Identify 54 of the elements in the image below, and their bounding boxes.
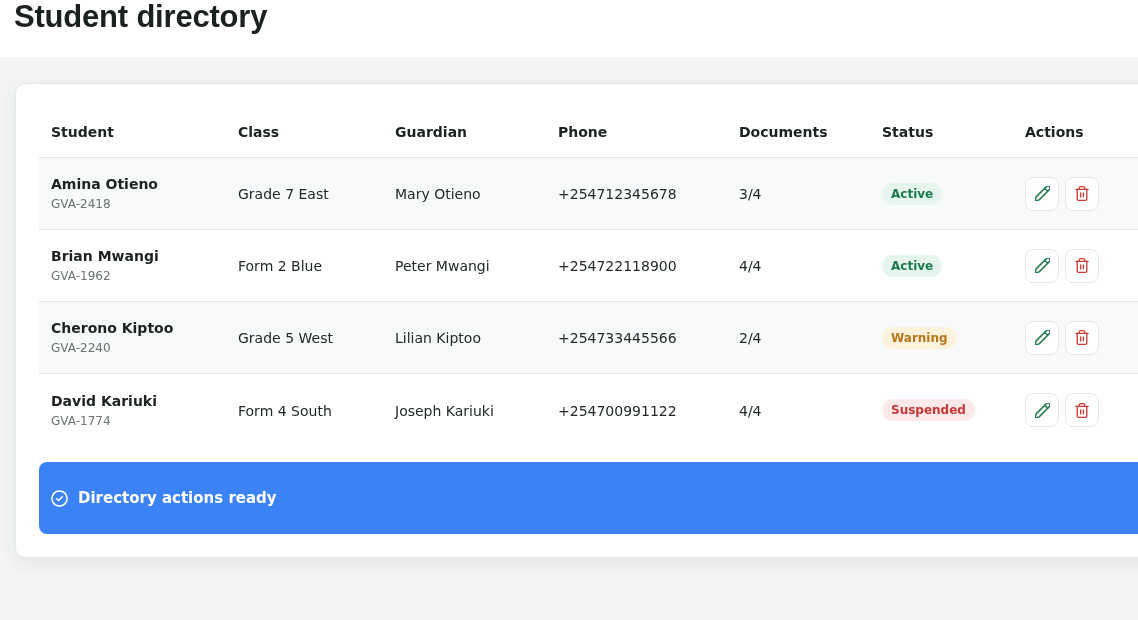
delete-button[interactable] <box>1065 248 1099 283</box>
student-id: GVA-1774 <box>51 413 111 428</box>
delete-button[interactable] <box>1065 393 1099 427</box>
student-id: GVA-1962 <box>51 269 111 283</box>
document-count: 2/4 <box>739 330 762 346</box>
guardian-name: Joseph Kariuki <box>395 402 494 419</box>
column-header: Status <box>882 123 934 140</box>
guardian-name: Peter Mwangi <box>395 258 490 274</box>
column-header: Student <box>51 123 114 140</box>
phone-number: +254733445566 <box>558 330 677 346</box>
page-title: Student directory <box>14 0 268 34</box>
phone-number: +254712345678 <box>558 186 677 202</box>
student-name: David Kariuki <box>51 392 157 409</box>
trash-icon <box>1075 186 1089 201</box>
edit-button[interactable] <box>1025 248 1059 283</box>
edit-button[interactable] <box>1025 393 1059 427</box>
edit-button[interactable] <box>1025 176 1059 211</box>
status-badge: Active <box>882 254 943 277</box>
column-header: Class <box>238 123 280 140</box>
edit-button[interactable] <box>1025 320 1059 355</box>
pencil-icon <box>1034 402 1050 418</box>
class-name: Form 4 South <box>238 402 332 419</box>
status-badge: Suspended <box>882 399 975 421</box>
column-header: Actions <box>1025 123 1084 140</box>
guardian-name: Lilian Kiptoo <box>395 330 481 346</box>
student-name: Amina Otieno <box>51 176 158 192</box>
trash-icon <box>1075 330 1089 345</box>
document-count: 4/4 <box>739 258 762 274</box>
document-count: 3/4 <box>739 186 762 202</box>
class-name: Grade 5 West <box>238 330 333 346</box>
class-name: Form 2 Blue <box>238 258 323 274</box>
column-header: Phone <box>558 123 608 140</box>
check-circle-icon <box>51 489 68 507</box>
banner-message: Directory actions ready <box>78 489 277 507</box>
class-name: Grade 7 East <box>238 186 329 202</box>
phone-number: +254722118900 <box>558 258 677 274</box>
trash-icon <box>1075 402 1089 418</box>
delete-button[interactable] <box>1065 320 1099 355</box>
column-header: Documents <box>739 123 828 140</box>
phone-number: +254700991122 <box>558 402 677 419</box>
document-count: 4/4 <box>739 402 762 419</box>
student-name: Cherono Kiptoo <box>51 320 174 336</box>
column-header: Guardian <box>395 123 468 140</box>
delete-button[interactable] <box>1065 176 1099 211</box>
status-badge: Warning <box>882 326 957 349</box>
guardian-name: Mary Otieno <box>395 186 481 202</box>
pencil-icon <box>1034 186 1050 201</box>
trash-icon <box>1075 258 1089 273</box>
student-name: Brian Mwangi <box>51 248 159 264</box>
status-badge: Active <box>882 182 943 205</box>
student-id: GVA-2418 <box>51 197 111 211</box>
pencil-icon <box>1034 330 1050 345</box>
student-id: GVA-2240 <box>51 341 111 355</box>
pencil-icon <box>1034 258 1050 273</box>
